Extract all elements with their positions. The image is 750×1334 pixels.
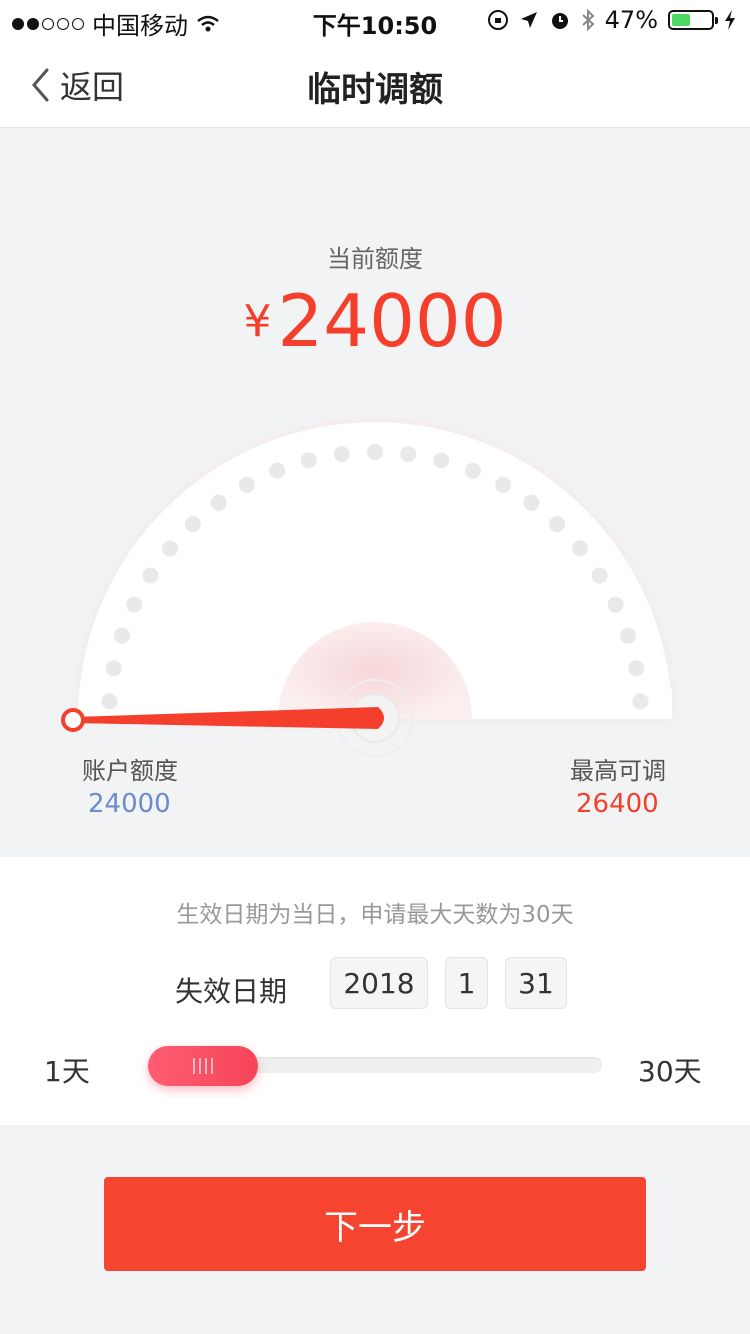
gauge-tick-dot xyxy=(269,462,286,479)
gauge-tick-dot xyxy=(523,494,540,511)
date-panel: 生效日期为当日，申请最大天数为30天 失效日期 2018 1 31 1天 30天 xyxy=(0,857,750,1125)
gauge-tick-dot xyxy=(607,596,624,613)
gauge-tick-dot xyxy=(591,567,608,584)
grip-line xyxy=(211,1058,213,1074)
gauge-tick-dot xyxy=(162,540,178,557)
gauge-tick-dot xyxy=(114,627,130,644)
account-quota-label: 账户额度 xyxy=(82,757,178,785)
orientation-lock-icon xyxy=(487,10,508,30)
month-field[interactable]: 1 xyxy=(445,957,488,1009)
page-title: 临时调额 xyxy=(307,70,443,110)
gauge-tick-dot xyxy=(333,446,350,463)
battery-icon xyxy=(668,10,718,30)
expire-date-label: 失效日期 xyxy=(175,975,288,1008)
max-quota-value: 26400 xyxy=(576,789,659,819)
year-field[interactable]: 2018 xyxy=(330,957,428,1009)
days-slider-thumb[interactable] xyxy=(148,1046,258,1086)
status-right: 47% xyxy=(487,6,736,34)
quota-gauge xyxy=(61,422,672,757)
effective-date-hint: 生效日期为当日，申请最大天数为30天 xyxy=(176,902,574,928)
gauge-tick-dot xyxy=(300,452,317,469)
gauge-tick-dot xyxy=(549,516,566,533)
gauge-tick-dot xyxy=(105,660,122,677)
gauge-tick-dot xyxy=(101,693,118,710)
nav-bar: 返回 临时调额 xyxy=(0,40,750,128)
gauge-tick-dot xyxy=(184,516,201,533)
quota-section: 当前额度 ¥24000 账户额度 24000 最高可调 26400 xyxy=(0,129,750,857)
location-icon xyxy=(520,12,537,28)
gauge-tick-dot xyxy=(572,540,588,557)
battery-fill xyxy=(672,14,690,26)
gauge-tick-dot xyxy=(433,452,450,469)
gauge-tick-dot xyxy=(628,660,645,677)
gauge-needle-end xyxy=(61,708,85,732)
gauge-tick-dot xyxy=(238,476,255,493)
next-step-button[interactable]: 下一步 xyxy=(104,1177,646,1271)
grip-line xyxy=(199,1058,201,1074)
status-bar: 中国移动 下午10:50 47% xyxy=(0,0,750,40)
charging-icon xyxy=(725,10,735,30)
gauge-tick-dot xyxy=(126,596,143,613)
slider-min-label: 1天 xyxy=(44,1055,90,1088)
gauge-tick-dot xyxy=(367,444,383,460)
gauge-tick-dot xyxy=(142,567,159,584)
gauge-tick-dot xyxy=(464,462,481,479)
account-quota-value: 24000 xyxy=(88,789,171,819)
grip-line xyxy=(193,1058,195,1074)
day-field[interactable]: 31 xyxy=(505,957,567,1009)
grip-line xyxy=(205,1058,207,1074)
gauge-tick-dot xyxy=(620,627,636,644)
slider-max-label: 30天 xyxy=(638,1055,702,1088)
gauge-tick-dot xyxy=(210,494,227,511)
battery-percent: 47% xyxy=(604,6,658,34)
gauge-tick-dot xyxy=(632,693,649,710)
gauge-tick-dot xyxy=(400,446,417,463)
bluetooth-icon xyxy=(581,9,595,31)
max-quota-label: 最高可调 xyxy=(570,757,666,785)
alarm-icon xyxy=(551,13,568,29)
gauge-tick-dot xyxy=(495,476,512,493)
